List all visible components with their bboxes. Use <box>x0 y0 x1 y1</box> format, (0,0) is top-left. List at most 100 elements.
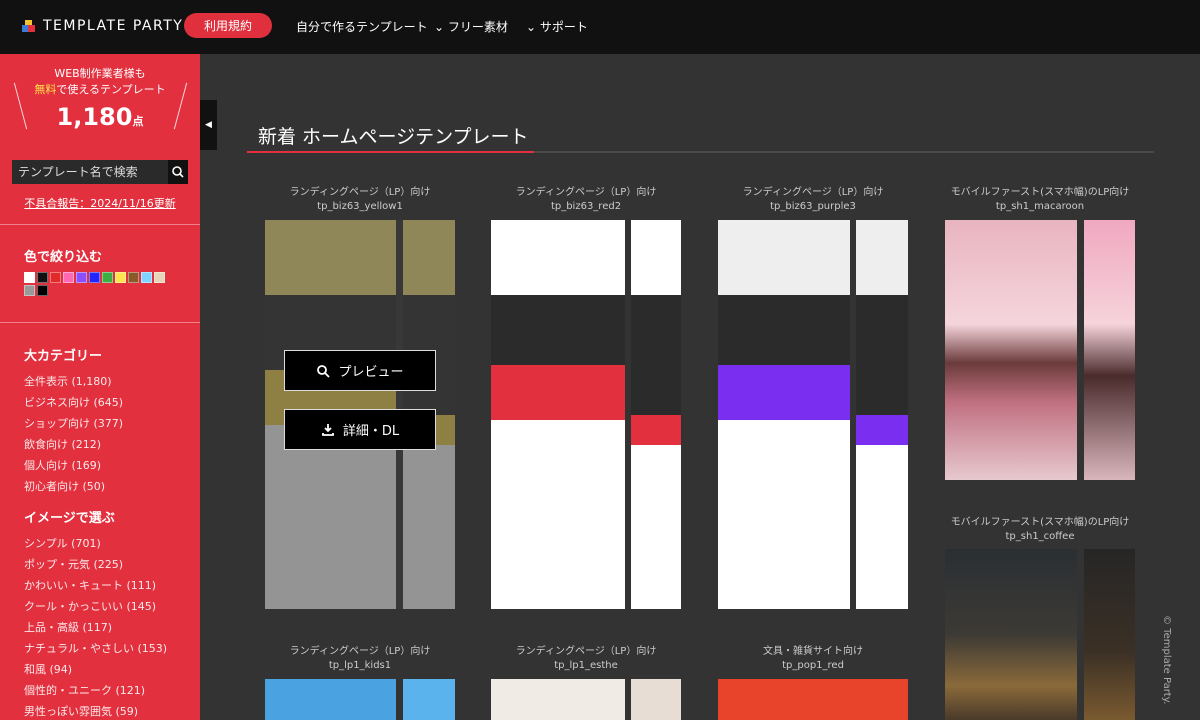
card-title: ランディングページ（LP）向け tp_biz63_red2 <box>471 186 701 214</box>
promo-rest: で使えるテンプレート <box>56 83 166 96</box>
count-value: 1,180 <box>56 103 133 131</box>
template-thumbnail-macaroon[interactable] <box>945 220 1135 480</box>
card-id: tp_pop1_red <box>782 660 844 671</box>
sidebar: WEB制作業者様も 無料で使えるテンプレート 1,180点 テンプレート名で検索… <box>0 54 200 720</box>
search-icon <box>317 364 331 378</box>
image-list: シンプル (701) ポップ・元気 (225) かわいい・キュート (111) クール… <box>24 533 167 720</box>
card-title: ランディングページ（LP）向け tp_biz63_purple3 <box>698 186 928 214</box>
color-swatch[interactable] <box>24 285 35 296</box>
card-category: モバイルファースト(スマホ幅)のLP向け <box>950 187 1130 198</box>
category-link[interactable]: 初心者向け (50) <box>24 476 123 497</box>
title-underline <box>247 151 1154 153</box>
card-title: 文具・雑貨サイト向け tp_pop1_red <box>698 645 928 673</box>
chevron-down-icon: ⌄ <box>526 20 537 34</box>
image-link[interactable]: かわいい・キュート (111) <box>24 575 167 596</box>
template-thumbnail-purple[interactable] <box>718 220 908 609</box>
color-swatch[interactable] <box>115 272 126 283</box>
card-id: tp_biz63_purple3 <box>770 201 856 212</box>
card-id: tp_lp1_kids1 <box>328 660 392 671</box>
card-id: tp_lp1_esthe <box>554 660 618 671</box>
promo-line2: 無料で使えるテンプレート <box>0 82 200 98</box>
template-thumbnail-coffee[interactable] <box>945 549 1135 720</box>
template-thumbnail-esthe[interactable] <box>491 679 681 720</box>
color-swatch[interactable] <box>76 272 87 283</box>
category-link[interactable]: ビジネス向け (645) <box>24 392 123 413</box>
top-header: TEMPLATE PARTY 利用規約 自分で作るテンプレート ⌄ フリー素材 … <box>0 0 1200 54</box>
page-title: 新着 ホームページテンプレート <box>258 126 529 148</box>
color-swatch[interactable] <box>141 272 152 283</box>
color-filter-title: 色で絞り込む <box>24 250 103 265</box>
card-id: tp_biz63_red2 <box>550 201 622 212</box>
category-link[interactable]: ショップ向け (377) <box>24 413 123 434</box>
card-category: ランディングページ（LP）向け <box>515 646 657 657</box>
template-thumbnail-red[interactable] <box>491 220 681 609</box>
card-id: tp_sh1_coffee <box>1005 531 1075 542</box>
template-thumbnail-kids[interactable] <box>265 679 455 720</box>
category-link[interactable]: 個人向け (169) <box>24 455 123 476</box>
detail-download-button[interactable]: 詳細・DL <box>284 409 436 450</box>
search-icon <box>172 166 184 178</box>
category-link[interactable]: 全件表示 (1,180) <box>24 371 123 392</box>
image-link[interactable]: 上品・高級 (117) <box>24 617 167 638</box>
image-link[interactable]: ナチュラル・やさしい (153) <box>24 638 167 659</box>
divider <box>0 224 200 225</box>
color-swatch[interactable] <box>89 272 100 283</box>
nav-support-menu[interactable]: ⌄ サポート <box>526 18 588 35</box>
color-swatch[interactable] <box>37 272 48 283</box>
color-swatch[interactable] <box>24 272 35 283</box>
card-title: モバイルファースト(スマホ幅)のLP向け tp_sh1_coffee <box>925 516 1155 544</box>
nav-free-label: フリー素材 <box>447 20 508 34</box>
search-box: テンプレート名で検索 <box>12 160 188 184</box>
image-link[interactable]: 男性っぽい雰囲気 (59) <box>24 701 167 720</box>
preview-label: プレビュー <box>338 365 404 380</box>
promo-line1: WEB制作業者様も <box>54 67 146 80</box>
color-swatch[interactable] <box>154 272 165 283</box>
nav-support-label: サポート <box>539 20 588 34</box>
chevron-down-icon: ⌄ <box>434 20 445 34</box>
preview-button[interactable]: プレビュー <box>284 350 436 391</box>
image-link[interactable]: クール・かっこいい (145) <box>24 596 167 617</box>
search-button[interactable] <box>168 160 188 184</box>
image-title: イメージで選ぶ <box>24 511 115 526</box>
divider <box>0 322 200 323</box>
color-swatch[interactable] <box>63 272 74 283</box>
template-count: 1,180点 <box>0 102 200 137</box>
card-category: ランディングページ（LP）向け <box>289 646 431 657</box>
image-link[interactable]: ポップ・元気 (225) <box>24 554 167 575</box>
image-link[interactable]: 和風 (94) <box>24 659 167 680</box>
card-category: ランディングページ（LP）向け <box>742 187 884 198</box>
nav-terms-button[interactable]: 利用規約 <box>184 13 272 38</box>
color-swatch[interactable] <box>128 272 139 283</box>
main-content: 新着 ホームページテンプレート ランディングページ（LP）向け tp_biz63_… <box>200 54 1200 720</box>
card-title: ランディングページ（LP）向け tp_biz63_yellow1 <box>245 186 475 214</box>
image-link[interactable]: 個性的・ユニーク (121) <box>24 680 167 701</box>
category-list: 全件表示 (1,180) ビジネス向け (645) ショップ向け (377) 飲食向け… <box>24 371 123 497</box>
search-input[interactable]: テンプレート名で検索 <box>12 160 168 184</box>
card-id: tp_biz63_yellow1 <box>317 201 403 212</box>
card-category: 文具・雑貨サイト向け <box>763 646 863 657</box>
color-swatch[interactable] <box>50 272 61 283</box>
card-category: ランディングページ（LP）向け <box>515 187 657 198</box>
card-id: tp_sh1_macaroon <box>995 201 1085 212</box>
copyright: © Template Party. <box>1161 615 1172 705</box>
card-category: モバイルファースト(スマホ幅)のLP向け <box>950 517 1130 528</box>
promo-free: 無料 <box>34 83 57 96</box>
download-label: 詳細・DL <box>342 424 400 439</box>
bug-report-link[interactable]: 不具合報告：2024/11/16更新 <box>0 195 200 211</box>
site-logo[interactable]: TEMPLATE PARTY <box>22 18 183 34</box>
color-swatch[interactable] <box>102 272 113 283</box>
cube-logo-icon <box>22 19 35 33</box>
brand-name: TEMPLATE PARTY <box>43 18 184 34</box>
image-link[interactable]: シンプル (701) <box>24 533 167 554</box>
card-title: ランディングページ（LP）向け tp_lp1_kids1 <box>245 645 475 673</box>
category-title: 大カテゴリー <box>24 349 103 364</box>
card-title: ランディングページ（LP）向け tp_lp1_esthe <box>471 645 701 673</box>
category-link[interactable]: 飲食向け (212) <box>24 434 123 455</box>
color-swatch[interactable] <box>37 285 48 296</box>
card-title: モバイルファースト(スマホ幅)のLP向け tp_sh1_macaroon <box>925 186 1155 214</box>
nav-free-materials-menu[interactable]: ⌄ フリー素材 <box>434 18 508 35</box>
download-icon <box>321 423 334 436</box>
template-thumbnail-stationery[interactable] <box>718 679 908 720</box>
nav-custom-template-link[interactable]: 自分で作るテンプレート <box>296 18 428 35</box>
color-swatches <box>24 272 174 296</box>
